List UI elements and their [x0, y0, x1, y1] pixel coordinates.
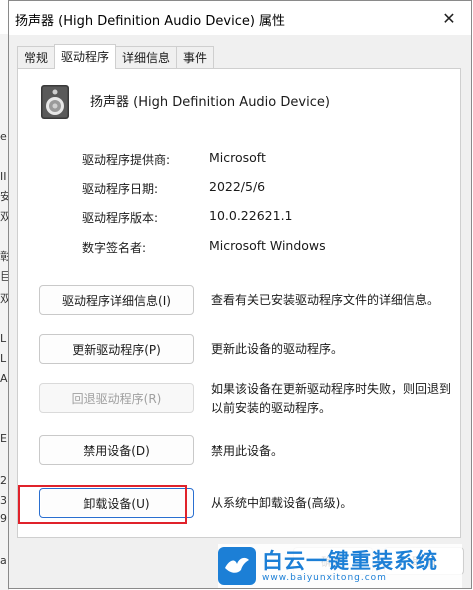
- info-label-date: 驱动程序日期:: [82, 182, 159, 196]
- rollback-driver-desc: 如果该设备在更新驱动程序时失败，则回退到以前安装的驱动程序。: [211, 382, 452, 415]
- background-glyph: 9: [0, 512, 7, 525]
- update-driver-desc: 更新此设备的驱动程序。: [211, 342, 344, 356]
- highlight-annotation: [18, 485, 187, 524]
- tab-driver[interactable]: 驱动程序: [54, 44, 117, 69]
- watermark: 白云一键重装系统 www.baiyunxitong.com: [218, 544, 462, 588]
- background-glyph: A: [0, 372, 8, 385]
- background-glyph: L: [0, 332, 7, 345]
- tab-events[interactable]: 事件: [176, 46, 215, 68]
- driver-panel: 扬声器 (High Definition Audio Device) 驱动程序提…: [17, 68, 461, 538]
- device-name: 扬声器 (High Definition Audio Device): [90, 95, 330, 110]
- uninstall-device-desc: 从系统中卸载设备(高级)。: [211, 496, 353, 510]
- tab-bar: 常规 驱动程序 详细信息 事件: [17, 44, 215, 69]
- disable-device-button[interactable]: 禁用设备(D): [39, 435, 194, 465]
- info-label-provider: 驱动程序提供商:: [82, 153, 171, 167]
- background-glyph: 巨: [0, 270, 8, 283]
- info-label-version: 驱动程序版本:: [82, 211, 159, 225]
- background-glyph: 双: [0, 292, 8, 305]
- watermark-url: www.baiyunxitong.com: [262, 572, 387, 583]
- rollback-driver-button[interactable]: 回退驱动程序(R): [39, 383, 194, 413]
- background-glyph: 2: [0, 474, 7, 487]
- info-value-version: 10.0.22621.1: [209, 208, 293, 223]
- info-value-provider: Microsoft: [209, 150, 266, 165]
- update-driver-button[interactable]: 更新驱动程序(P): [39, 334, 194, 364]
- title-bar[interactable]: 扬声器 (High Definition Audio Device) 属性 ✕: [9, 1, 471, 35]
- tab-details[interactable]: 详细信息: [115, 46, 178, 68]
- window-title: 扬声器 (High Definition Audio Device) 属性: [15, 14, 286, 29]
- disable-device-desc: 禁用此设备。: [211, 444, 284, 458]
- speaker-icon: [40, 84, 70, 120]
- properties-dialog: 扬声器 (High Definition Audio Device) 属性 ✕ …: [8, 0, 472, 589]
- info-value-date: 2022/5/6: [209, 179, 266, 194]
- background-glyph: E: [0, 432, 7, 445]
- background-glyph: a: [0, 554, 7, 567]
- bird-logo-icon: [218, 547, 256, 585]
- info-value-signer: Microsoft Windows: [209, 238, 326, 253]
- background-glyph: L: [0, 352, 7, 365]
- tab-general[interactable]: 常规: [17, 46, 56, 68]
- background-glyph: 双: [0, 210, 8, 223]
- background-glyph: 彰: [0, 250, 8, 263]
- close-icon: ✕: [442, 8, 456, 28]
- background-glyph: 3: [0, 494, 7, 507]
- background-glyph: e: [0, 130, 7, 143]
- driver-details-button[interactable]: 驱动程序详细信息(I): [39, 285, 194, 315]
- driver-details-desc: 查看有关已安装驱动程序文件的详细信息。: [211, 293, 440, 307]
- close-button[interactable]: ✕: [427, 1, 471, 35]
- background-glyph: II: [0, 170, 7, 183]
- background-glyph: 安: [0, 190, 8, 203]
- watermark-title: 白云一键重装系统: [262, 548, 438, 573]
- info-label-signer: 数字签名者:: [82, 241, 147, 255]
